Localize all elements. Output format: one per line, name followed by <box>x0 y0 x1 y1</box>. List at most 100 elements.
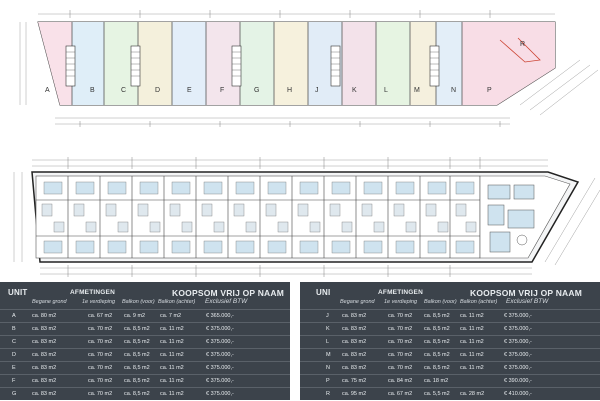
begane-grond-cell: ca. 83 m2 <box>32 378 57 384</box>
unit-label: F <box>220 87 224 94</box>
price-cell: € 365.000,- <box>206 313 234 319</box>
verdieping-cell: ca. 70 m2 <box>88 391 113 397</box>
begane-grond-cell: ca. 80 m2 <box>32 313 57 319</box>
exclusief-btw-label: Exclusief BTW <box>205 298 248 305</box>
price-cell: € 375.000,- <box>206 326 234 332</box>
begane-grond-cell: ca. 83 m2 <box>32 391 57 397</box>
balkon-voor-cell: ca. 8,5 m2 <box>424 365 450 371</box>
price-cell: € 375.000,- <box>206 339 234 345</box>
balkon-achter-cell: ca. 11 m2 <box>160 378 184 384</box>
balkon-voor-cell: ca. 8,5 m2 <box>124 365 150 371</box>
exclusief-btw-label: Exclusief BTW <box>506 298 549 305</box>
verdieping-cell: ca. 67 m2 <box>388 391 413 397</box>
verdieping-cell: ca. 70 m2 <box>88 326 113 332</box>
balkon-achter-cell: ca. 11 m2 <box>460 326 484 332</box>
price-cell: € 375.000,- <box>504 313 532 319</box>
balkon-achter-cell: ca. 7 m2 <box>160 313 182 319</box>
balkon-voor-cell: ca. 8,5 m2 <box>424 352 450 358</box>
price-cell: € 375.000,- <box>504 352 532 358</box>
unit-label: P <box>487 87 492 94</box>
verdieping-subheader: 1e verdieping <box>384 299 418 305</box>
begane-grond-cell: ca. 83 m2 <box>342 352 367 358</box>
unit-cell: K <box>326 326 330 332</box>
begane-grond-subheader: Begane grond <box>340 299 375 305</box>
afmetingen-header: AFMETINGEN <box>70 289 115 296</box>
balkon-voor-cell: ca. 8,5 m2 <box>124 378 150 384</box>
balkon-achter-cell: ca. 11 m2 <box>160 339 184 345</box>
unit-label: C <box>121 87 126 94</box>
balkon-voor-cell: ca. 8,5 m2 <box>124 326 150 332</box>
table-row: F ca. 83 m2 ca. 70 m2 ca. 8,5 m2 ca. 11 … <box>0 374 290 388</box>
begane-grond-cell: ca. 83 m2 <box>32 339 57 345</box>
price-cell: € 375.000,- <box>206 365 234 371</box>
unit-label: M <box>414 87 420 94</box>
balkon-voor-cell: ca. 8,5 m2 <box>124 391 150 397</box>
unit-label: N <box>451 87 456 94</box>
table-row: G ca. 83 m2 ca. 70 m2 ca. 8,5 m2 ca. 11 … <box>0 387 290 401</box>
unit-cell: E <box>12 365 16 371</box>
table-row: A ca. 80 m2 ca. 67 m2 ca. 9 m2 ca. 7 m2 … <box>0 309 290 323</box>
begane-grond-cell: ca. 83 m2 <box>342 365 367 371</box>
verdieping-cell: ca. 70 m2 <box>388 326 413 332</box>
unit-label: D <box>155 87 160 94</box>
unit-label: B <box>90 87 95 94</box>
balkon-achter-subheader: Balkon (achter) <box>460 299 498 305</box>
unit-label: G <box>254 87 259 94</box>
unit-cell: J <box>326 313 329 319</box>
balkon-voor-subheader: Balkon (voor) <box>424 299 457 305</box>
verdieping-cell: ca. 84 m2 <box>388 378 413 384</box>
koopsom-header: KOOPSOM VRIJ OP NAAM <box>470 288 582 298</box>
table-row: N ca. 83 m2 ca. 70 m2 ca. 8,5 m2 ca. 11 … <box>300 361 600 375</box>
verdieping-cell: ca. 70 m2 <box>88 365 113 371</box>
table-row: E ca. 83 m2 ca. 70 m2 ca. 8,5 m2 ca. 11 … <box>0 361 290 375</box>
price-cell: € 390.000,- <box>504 378 532 384</box>
unit-cell: G <box>12 391 17 397</box>
ground-floor-plan: A B C D E F G H J K L M N P R <box>19 10 599 127</box>
price-cell: € 375.000,- <box>504 365 532 371</box>
price-table-right: UNI AFMETINGEN KOOPSOM VRIJ OP NAAM Bega… <box>300 282 600 400</box>
unit-label: E <box>187 87 192 94</box>
verdieping-cell: ca. 70 m2 <box>388 365 413 371</box>
unit-cell: M <box>326 352 331 358</box>
verdieping-cell: ca. 70 m2 <box>88 339 113 345</box>
price-cell: € 375.000,- <box>504 339 532 345</box>
unit-header: UNIT <box>8 288 28 297</box>
unit-cell: B <box>12 326 16 332</box>
balkon-achter-cell: ca. 11 m2 <box>160 391 184 397</box>
balkon-voor-cell: ca. 8,5 m2 <box>124 352 150 358</box>
verdieping-cell: ca. 70 m2 <box>388 339 413 345</box>
begane-grond-cell: ca. 83 m2 <box>32 365 57 371</box>
unit-cell: F <box>12 378 16 384</box>
balkon-voor-cell: ca. 8,5 m2 <box>424 339 450 345</box>
balkon-achter-cell: ca. 11 m2 <box>460 352 484 358</box>
koopsom-header: KOOPSOM VRIJ OP NAAM <box>172 288 284 298</box>
balkon-voor-cell: ca. 8,5 m2 <box>124 339 150 345</box>
unit-label: H <box>287 87 292 94</box>
unit-header: UNI <box>316 288 331 297</box>
price-table-left: UNIT AFMETINGEN KOOPSOM VRIJ OP NAAM Beg… <box>0 282 290 400</box>
unit-cell: A <box>12 313 16 319</box>
balkon-achter-cell: ca. 11 m2 <box>460 339 484 345</box>
verdieping-cell: ca. 70 m2 <box>88 352 113 358</box>
table-row: K ca. 83 m2 ca. 70 m2 ca. 8,5 m2 ca. 11 … <box>300 322 600 336</box>
table-row: M ca. 83 m2 ca. 70 m2 ca. 8,5 m2 ca. 11 … <box>300 348 600 362</box>
verdieping-cell: ca. 70 m2 <box>88 378 113 384</box>
balkon-achter-cell: ca. 11 m2 <box>460 365 484 371</box>
table-row: D ca. 83 m2 ca. 70 m2 ca. 8,5 m2 ca. 11 … <box>0 348 290 362</box>
balkon-achter-subheader: Balkon (achter) <box>158 299 196 305</box>
floor-plans: A B C D E F G H J K L M N P R <box>13 10 600 277</box>
afmetingen-header: AFMETINGEN <box>378 289 423 296</box>
begane-grond-cell: ca. 95 m2 <box>342 391 367 397</box>
unit-label: K <box>352 87 357 94</box>
balkon-voor-cell: ca. 8,5 m2 <box>424 313 450 319</box>
balkon-voor-cell: ca. 5,5 m2 <box>424 391 450 397</box>
begane-grond-cell: ca. 75 m2 <box>342 378 367 384</box>
balkon-achter-cell: ca. 11 m2 <box>460 313 484 319</box>
unit-cell: C <box>12 339 16 345</box>
balkon-voor-subheader: Balkon (voor) <box>122 299 155 305</box>
unit-cell: L <box>326 339 330 345</box>
table-row: L ca. 83 m2 ca. 70 m2 ca. 8,5 m2 ca. 11 … <box>300 335 600 349</box>
balkon-achter-cell: ca. 11 m2 <box>160 326 184 332</box>
begane-grond-cell: ca. 83 m2 <box>342 326 367 332</box>
unit-cell: D <box>12 352 16 358</box>
